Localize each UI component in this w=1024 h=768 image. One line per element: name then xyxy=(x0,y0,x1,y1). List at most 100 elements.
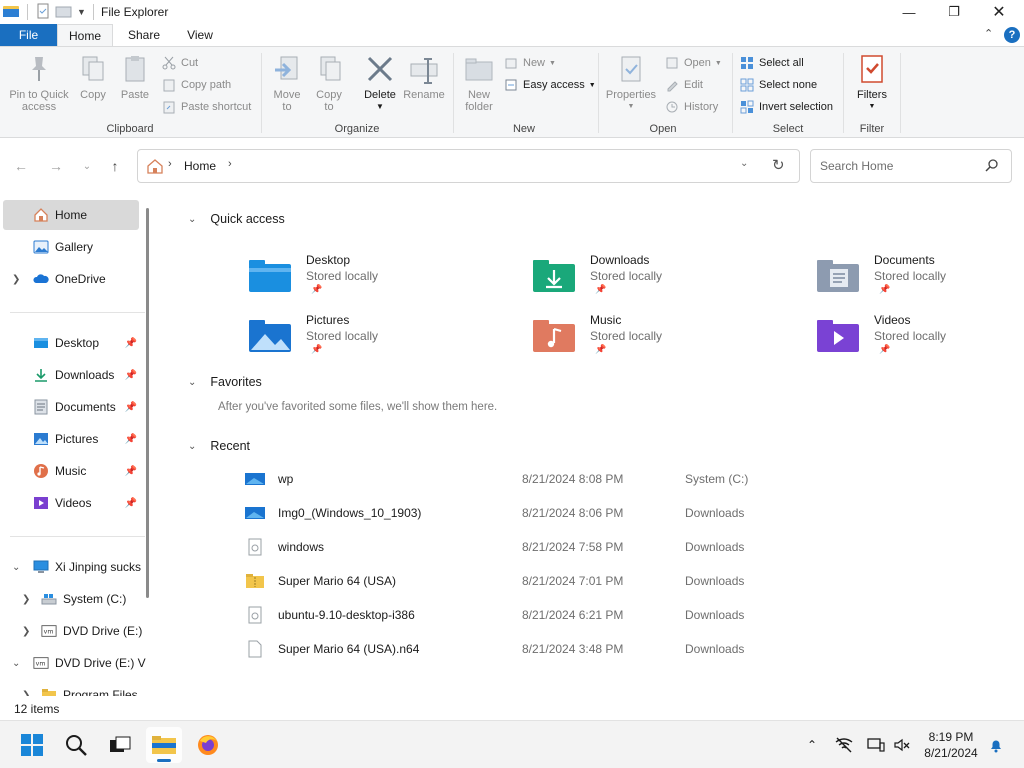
paste-button[interactable]: Paste xyxy=(118,51,152,101)
pin-icon[interactable]: 📌 xyxy=(125,434,137,445)
back-button[interactable]: ← xyxy=(10,158,32,174)
sidebar-item-system-c[interactable]: ❯ System (C:) xyxy=(3,584,139,614)
recent-row[interactable]: ubuntu-9.10-desktop-i386 8/21/2024 6:21 … xyxy=(244,600,844,630)
recent-row[interactable]: Img0_(Windows_10_1903) 8/21/2024 8:06 PM… xyxy=(244,498,844,528)
sidebar-item-gallery[interactable]: Gallery xyxy=(3,232,139,262)
new-folder-button[interactable]: New folder xyxy=(459,51,499,113)
quick-access-videos[interactable]: Videos Stored locally 📌 xyxy=(816,312,1024,366)
chevron-down-icon[interactable]: ⌄ xyxy=(12,658,20,669)
new-folder-qat-icon[interactable] xyxy=(55,3,73,22)
pin-icon[interactable]: 📌 xyxy=(125,402,137,413)
quick-access-documents[interactable]: Documents Stored locally 📌 xyxy=(816,252,1024,306)
chevron-right-icon[interactable]: ❯ xyxy=(12,274,20,285)
sidebar-item-pictures[interactable]: Pictures 📌 xyxy=(3,424,139,454)
sidebar-item-home[interactable]: Home xyxy=(3,200,139,230)
tab-home[interactable]: Home xyxy=(57,24,113,46)
chevron-right-icon[interactable]: ❯ xyxy=(22,626,30,637)
move-to-button[interactable]: Move to xyxy=(268,51,306,113)
recent-row[interactable]: Super Mario 64 (USA) 8/21/2024 7:01 PM D… xyxy=(244,566,844,596)
sidebar-scrollbar[interactable] xyxy=(146,208,149,598)
copy-path-button[interactable]: Copy path xyxy=(161,75,231,95)
new-item-button[interactable]: New ▼ xyxy=(503,53,556,73)
select-all-button[interactable]: Select all xyxy=(739,53,804,73)
device-status-button[interactable] xyxy=(866,737,886,753)
customize-qat-icon[interactable]: ▼ xyxy=(77,7,86,17)
cut-button[interactable]: Cut xyxy=(161,53,198,73)
sidebar-item-onedrive[interactable]: ❯ OneDrive xyxy=(3,264,139,294)
quick-access-header[interactable]: ⌄ Quick access xyxy=(188,212,285,226)
recent-row[interactable]: Super Mario 64 (USA).n64 8/21/2024 3:48 … xyxy=(244,634,844,664)
pin-to-quick-access-button[interactable]: Pin to Quick access xyxy=(6,51,72,113)
maximize-button[interactable]: ❐ xyxy=(931,0,977,24)
breadcrumb-chevron-icon[interactable]: › xyxy=(228,158,232,170)
pin-icon[interactable]: 📌 xyxy=(125,338,137,349)
properties-button[interactable]: Properties ▼ xyxy=(604,51,658,113)
sidebar-item-music[interactable]: Music 📌 xyxy=(3,456,139,486)
videos-folder-icon xyxy=(817,320,859,352)
taskbar-clock[interactable]: 8:19 PM 8/21/2024 xyxy=(920,729,982,761)
easy-access-button[interactable]: Easy access ▼ xyxy=(503,75,596,95)
sidebar-item-videos[interactable]: Videos 📌 xyxy=(3,488,139,518)
filters-button[interactable]: Filters ▼ xyxy=(851,51,893,113)
task-view-button[interactable] xyxy=(102,727,138,763)
paste-shortcut-button[interactable]: Paste shortcut xyxy=(161,97,251,117)
help-icon[interactable]: ? xyxy=(1004,27,1020,43)
select-none-button[interactable]: Select none xyxy=(739,75,817,95)
pin-icon[interactable]: 📌 xyxy=(125,370,137,381)
history-button[interactable]: History xyxy=(664,97,718,117)
rename-button[interactable]: Rename xyxy=(401,51,447,101)
show-hidden-icons-button[interactable]: ⌃ xyxy=(802,737,822,753)
volume-button[interactable] xyxy=(892,737,912,753)
image-file-icon xyxy=(245,507,265,519)
firefox-taskbar-button[interactable] xyxy=(190,727,226,763)
copy-button[interactable]: Copy xyxy=(76,51,110,101)
close-button[interactable]: ✕ xyxy=(976,0,1022,24)
pin-icon: 📌 xyxy=(879,284,891,294)
search-box[interactable]: Search Home xyxy=(810,149,1012,183)
properties-qat-icon[interactable] xyxy=(35,3,51,22)
start-button[interactable] xyxy=(14,727,50,763)
chevron-down-icon[interactable]: ⌄ xyxy=(12,562,20,573)
recent-locations-button[interactable]: ⌄ xyxy=(76,158,98,174)
network-status-button[interactable] xyxy=(834,737,854,753)
delete-button[interactable]: Delete ▼ xyxy=(358,51,402,113)
sidebar-item-program-files[interactable]: ❯ Program Files xyxy=(3,680,139,696)
invert-selection-button[interactable]: Invert selection xyxy=(739,97,833,117)
quick-access-music[interactable]: Music Stored locally 📌 xyxy=(532,312,802,366)
open-button[interactable]: Open ▼ xyxy=(664,53,722,73)
quick-access-downloads[interactable]: Downloads Stored locally 📌 xyxy=(532,252,802,306)
app-folder-icon[interactable] xyxy=(2,3,20,22)
search-taskbar-button[interactable] xyxy=(58,727,94,763)
tab-share[interactable]: Share xyxy=(118,24,170,46)
forward-button[interactable]: → xyxy=(45,158,67,174)
sidebar-item-dvd-e-expanded[interactable]: ⌄ vm DVD Drive (E:) V xyxy=(3,648,146,678)
tab-file[interactable]: File xyxy=(0,24,57,46)
recent-header[interactable]: ⌄ Recent xyxy=(188,439,250,453)
refresh-icon[interactable]: ↻ xyxy=(772,156,785,174)
pin-icon[interactable]: 📌 xyxy=(125,466,137,477)
sidebar-item-dvd-e[interactable]: ❯ vm DVD Drive (E:) xyxy=(3,616,142,646)
copy-to-button[interactable]: Copy to xyxy=(310,51,348,113)
file-explorer-taskbar-button[interactable] xyxy=(146,727,182,763)
minimize-button[interactable]: — xyxy=(886,0,932,24)
address-dropdown-icon[interactable]: ⌄ xyxy=(740,158,748,169)
sidebar-item-desktop[interactable]: Desktop 📌 xyxy=(3,328,139,358)
sidebar-item-this-pc[interactable]: ⌄ Xi Jinping sucks xyxy=(3,552,143,582)
recent-row[interactable]: windows 8/21/2024 7:58 PM Downloads xyxy=(244,532,844,562)
collapse-ribbon-icon[interactable]: ⌃ xyxy=(984,27,993,40)
search-icon[interactable] xyxy=(985,158,999,175)
tab-view[interactable]: View xyxy=(174,24,226,46)
address-bar[interactable]: › Home › ⌄ ↻ xyxy=(137,149,800,183)
favorites-header[interactable]: ⌄ Favorites xyxy=(188,375,262,389)
notifications-button[interactable] xyxy=(986,737,1006,753)
quick-access-pictures[interactable]: Pictures Stored locally 📌 xyxy=(248,312,518,366)
chevron-right-icon[interactable]: ❯ xyxy=(22,594,30,605)
up-button[interactable]: ↑ xyxy=(104,158,126,174)
breadcrumb-home[interactable]: Home xyxy=(184,159,216,173)
sidebar-item-documents[interactable]: Documents 📌 xyxy=(3,392,139,422)
quick-access-desktop[interactable]: Desktop Stored locally 📌 xyxy=(248,252,518,306)
recent-row[interactable]: wp 8/21/2024 8:08 PM System (C:) xyxy=(244,464,844,494)
pin-icon[interactable]: 📌 xyxy=(125,498,137,509)
sidebar-item-downloads[interactable]: Downloads 📌 xyxy=(3,360,139,390)
edit-button[interactable]: Edit xyxy=(664,75,703,95)
